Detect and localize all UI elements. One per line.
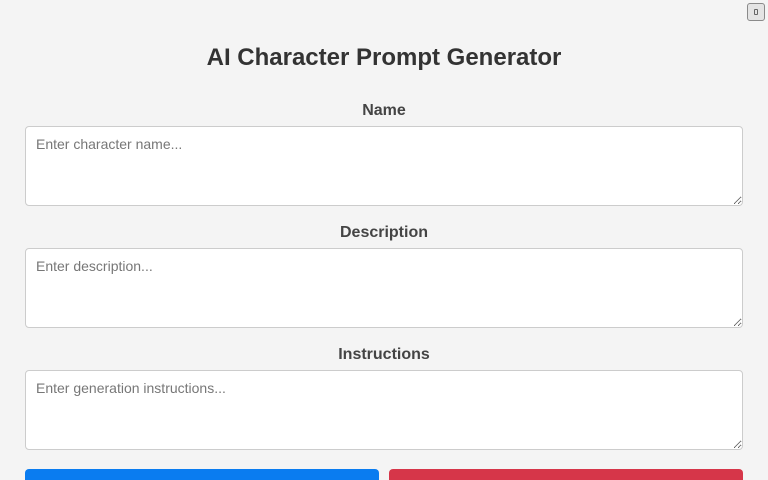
generate-button[interactable] xyxy=(25,469,379,480)
description-label: Description xyxy=(339,224,428,241)
corner-toggle-button[interactable] xyxy=(747,3,765,21)
copy-icon xyxy=(754,9,758,15)
page: AI Character Prompt Generator Name Descr… xyxy=(0,0,768,480)
name-input[interactable] xyxy=(25,126,743,206)
instructions-input[interactable] xyxy=(25,370,743,450)
clear-button[interactable] xyxy=(389,469,743,480)
instructions-label: Instructions xyxy=(338,346,430,363)
name-label: Name xyxy=(362,102,406,119)
description-input[interactable] xyxy=(25,248,743,328)
page-title: AI Character Prompt Generator xyxy=(206,44,562,71)
